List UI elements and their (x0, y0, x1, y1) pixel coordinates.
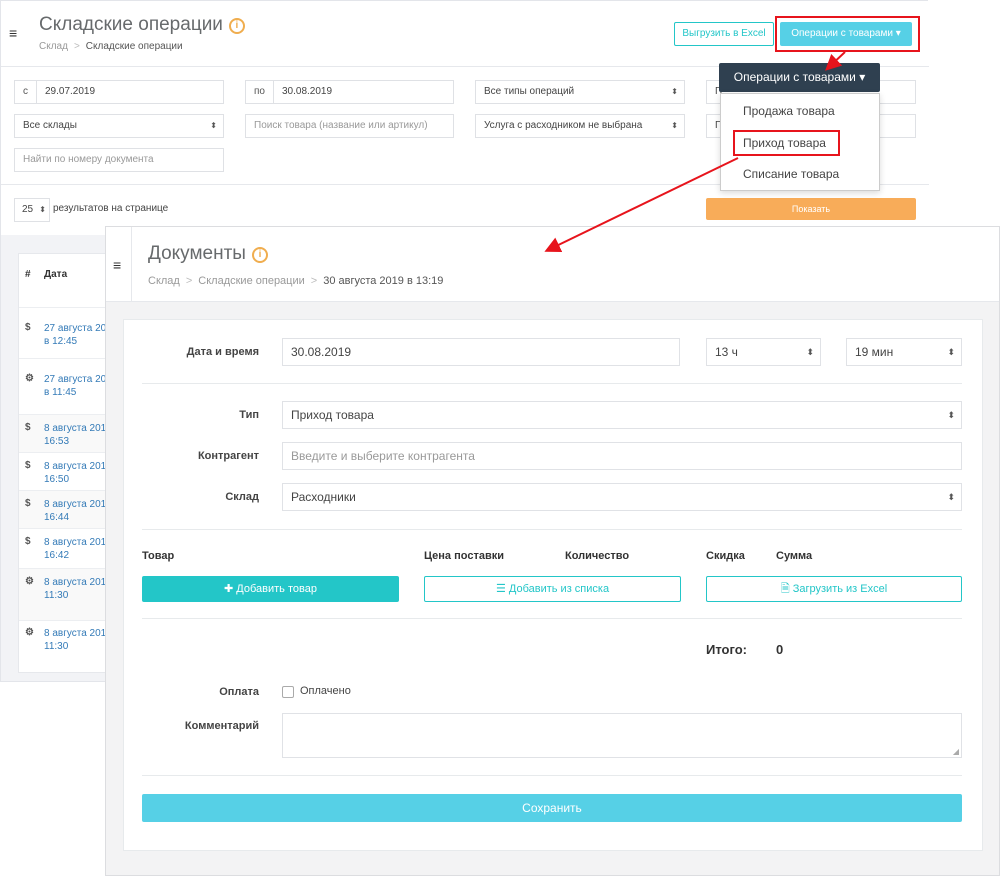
payment-label: Оплата (219, 686, 259, 698)
document-form: Дата и время 30.08.2019 13 ч ⬍ 19 мин ⬍ Ти… (123, 319, 983, 851)
excel-file-icon: 🗎 (780, 583, 790, 595)
list-icon: ☰ (495, 583, 506, 595)
per-page-select[interactable]: 25 ⬍ (14, 198, 50, 222)
breadcrumb-item-operations[interactable]: Складские операции (198, 275, 304, 287)
breadcrumb-item-warehouse[interactable]: Склад (148, 275, 180, 287)
date-input[interactable]: 30.08.2019 (282, 338, 680, 366)
page-title: Складские операции i (39, 14, 245, 36)
table-row[interactable]: ⚙ 27 августа 2019 в 11:45 (19, 358, 119, 414)
per-page-label: результатов на странице (53, 203, 169, 214)
hour-select[interactable]: 13 ч ⬍ (706, 338, 821, 366)
column-header-number: # (25, 269, 31, 280)
money-icon: $ (25, 422, 31, 433)
select-arrows-icon: ⬍ (947, 410, 955, 420)
paid-checkbox[interactable] (282, 686, 294, 698)
column-header-price: Цена поставки (424, 550, 504, 562)
caret-down-icon: ▾ (859, 70, 866, 84)
money-icon: $ (25, 460, 31, 471)
export-excel-button[interactable]: Выгрузить в Excel (674, 22, 774, 46)
divider (142, 618, 962, 619)
gear-icon: ⚙ (25, 627, 34, 638)
total-value: 0 (776, 642, 784, 657)
breadcrumb-item-current: 30 августа 2019 в 13:19 (323, 275, 444, 287)
load-excel-button[interactable]: 🗎 Загрузить из Excel (706, 576, 962, 602)
select-arrows-icon: ⬍ (671, 121, 678, 130)
add-product-button[interactable]: ✚ Добавить товар (142, 576, 399, 602)
menu-item-write-off[interactable]: Списание товара (743, 167, 839, 181)
info-icon[interactable]: i (251, 247, 268, 263)
date-from-field[interactable]: с 29.07.2019 (14, 80, 224, 104)
table-row[interactable]: ⚙ 8 августа 2019 11:30 (19, 620, 119, 672)
money-icon: $ (25, 536, 31, 547)
hamburger-menu-icon[interactable]: ≡ (9, 25, 17, 41)
table-row[interactable]: $ 8 августа 2019 16:53 (19, 414, 119, 452)
product-operations-dropdown-button[interactable]: Операции с товарами ▾ (719, 63, 880, 92)
counterparty-label: Контрагент (197, 450, 259, 462)
table-row[interactable]: $ 8 августа 2019 16:44 (19, 490, 119, 528)
select-arrows-icon: ⬍ (947, 347, 955, 357)
page-title: Документы i (148, 243, 268, 265)
column-header-quantity: Количество (565, 550, 630, 562)
operations-table: # Дата $ 27 августа 2019 в 12:45 ⚙ 27 авг… (18, 253, 119, 673)
highlight-frame (775, 16, 920, 52)
operation-type-select[interactable]: Все типы операций ⬍ (475, 80, 685, 104)
warehouse-select[interactable]: Расходники ⬍ (282, 483, 962, 511)
resize-grip-icon[interactable]: ◢ (953, 747, 959, 756)
info-icon[interactable]: i (228, 18, 245, 34)
divider (142, 383, 962, 384)
date-to-field[interactable]: по 30.08.2019 (245, 80, 454, 104)
column-header-product: Товар (142, 550, 175, 562)
comment-textarea[interactable]: ◢ (282, 713, 962, 758)
menu-item-sale[interactable]: Продажа товара (743, 104, 835, 118)
paid-checkbox-label[interactable]: Оплачено (300, 685, 351, 697)
save-button[interactable]: Сохранить (142, 794, 962, 822)
divider (142, 775, 962, 776)
product-search-input[interactable]: Поиск товара (название или артикул) (245, 114, 454, 138)
gear-icon: ⚙ (25, 373, 34, 384)
select-arrows-icon: ⬍ (806, 347, 814, 357)
product-operations-menu: Продажа товара Приход товара Списание то… (720, 93, 880, 191)
breadcrumb: Склад > Складские операции >30 августа 2019… (148, 275, 444, 287)
breadcrumb-item-warehouse[interactable]: Склад (39, 41, 68, 52)
counterparty-input[interactable]: Введите и выберите контрагента (282, 442, 962, 470)
breadcrumb-item-current: Складские операции (85, 41, 183, 52)
table-row[interactable]: $ 8 августа 2019 16:42 (19, 528, 119, 568)
select-arrows-icon: ⬍ (39, 205, 46, 214)
table-row[interactable]: ⚙ 8 августа 2019 11:30 (19, 568, 119, 620)
datetime-label: Дата и время (186, 346, 259, 358)
hamburger-menu-icon[interactable]: ≡ (113, 257, 121, 273)
service-select[interactable]: Услуга с расходником не выбрана ⬍ (475, 114, 685, 138)
table-row[interactable]: $ 8 августа 2019 16:50 (19, 452, 119, 490)
money-icon: $ (25, 322, 31, 333)
type-label: Тип (239, 409, 259, 421)
gear-icon: ⚙ (25, 576, 34, 587)
document-number-search-input[interactable]: Найти по номеру документа (14, 148, 224, 172)
table-row[interactable]: $ 27 августа 2019 в 12:45 (19, 307, 119, 349)
page-header: ≡ Складские операции i Склад > Складские оп… (1, 1, 929, 67)
divider (142, 529, 962, 530)
add-from-list-button[interactable]: ☰ Добавить из списка (424, 576, 681, 602)
breadcrumb: Склад > Складские операции (39, 41, 183, 52)
column-header-date: Дата (44, 269, 68, 280)
total-label: Итого: (706, 642, 747, 657)
select-arrows-icon: ⬍ (947, 492, 955, 502)
page-header: ≡ Документы i Склад > Складские операции >30… (106, 227, 999, 302)
select-arrows-icon: ⬍ (671, 87, 678, 96)
document-window: ≡ Документы i Склад > Складские операции >30… (105, 226, 1000, 876)
warehouse-label: Склад (225, 491, 259, 503)
highlight-frame (733, 130, 840, 156)
minute-select[interactable]: 19 мин ⬍ (846, 338, 962, 366)
plus-icon: ✚ (224, 583, 234, 595)
column-header-sum: Сумма (776, 550, 813, 562)
money-icon: $ (25, 498, 31, 509)
comment-label: Комментарий (184, 720, 259, 732)
warehouse-select[interactable]: Все склады ⬍ (14, 114, 224, 138)
show-button[interactable]: Показать (706, 198, 916, 220)
select-arrows-icon: ⬍ (210, 121, 217, 130)
column-header-discount: Скидка (706, 550, 745, 562)
type-select[interactable]: Приход товара ⬍ (282, 401, 962, 429)
